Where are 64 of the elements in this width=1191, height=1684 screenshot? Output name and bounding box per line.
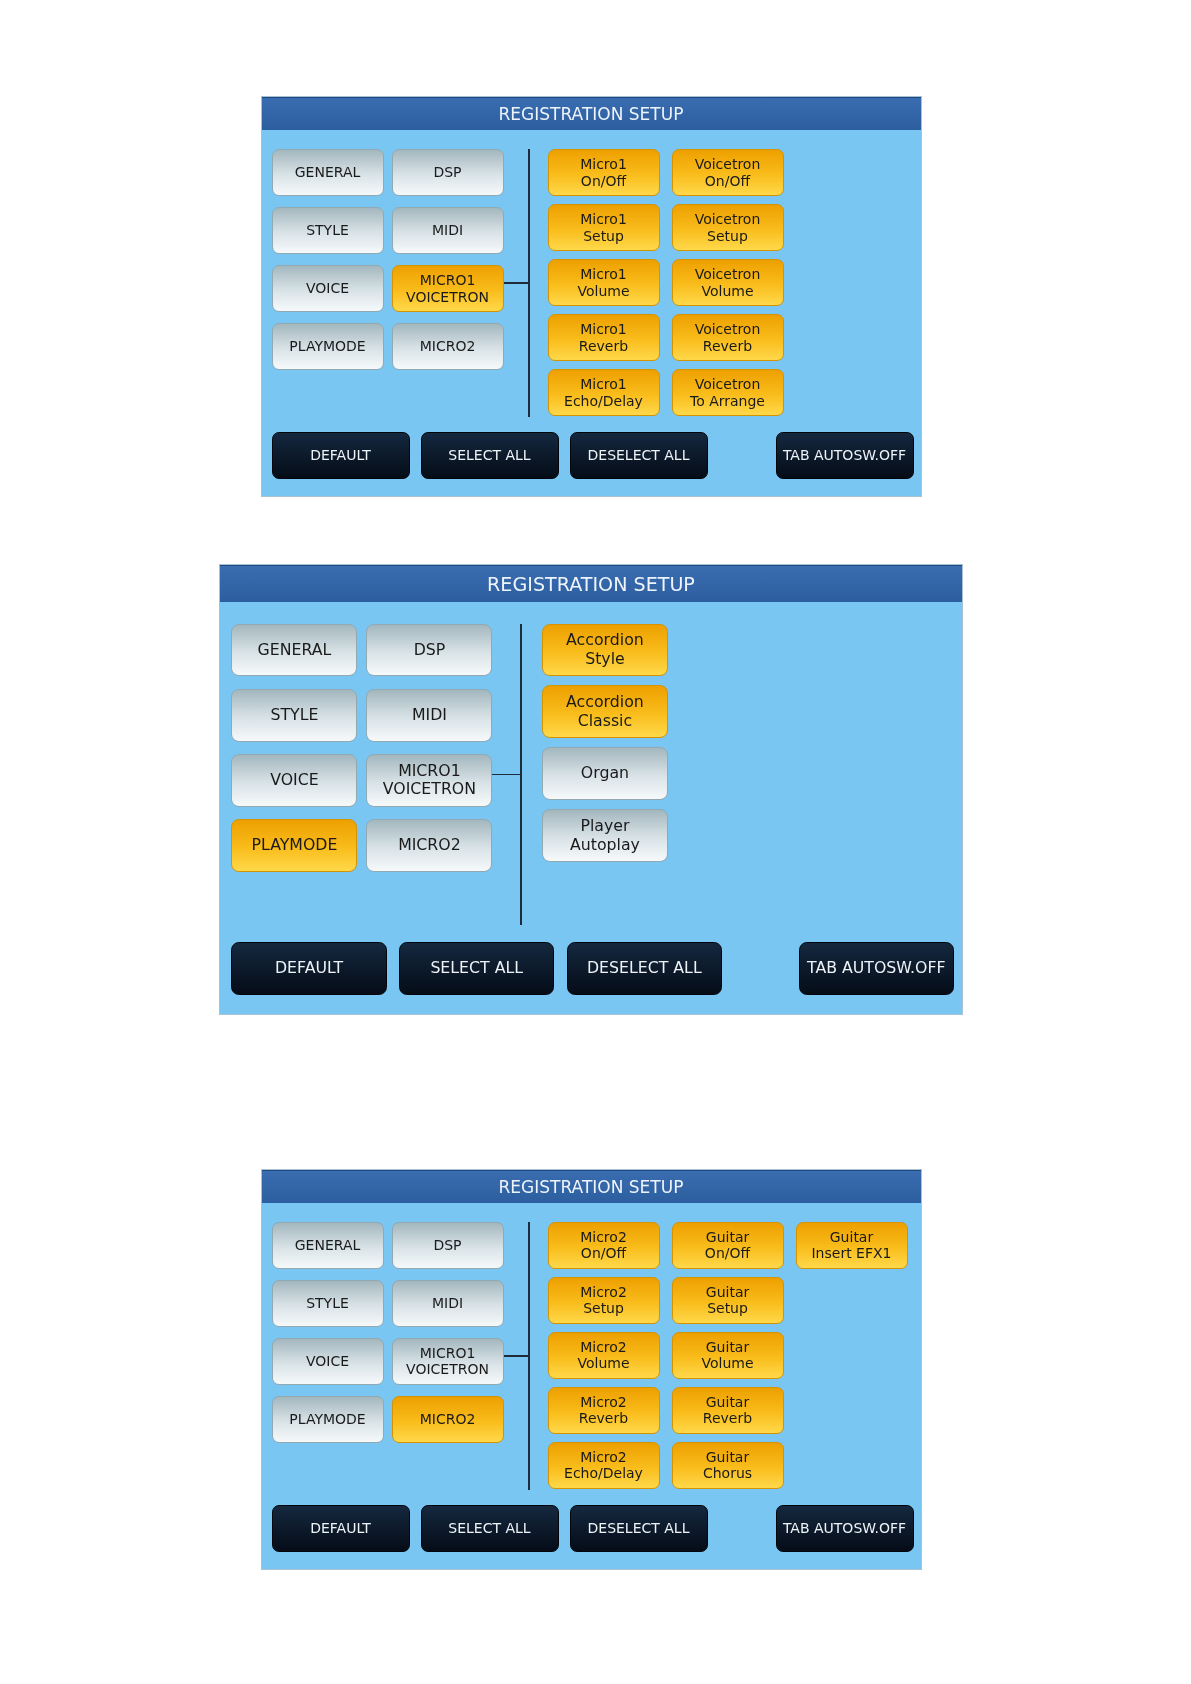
autoswitch-button[interactable]: TAB AUTOSW.OFF — [775, 432, 914, 479]
category-tab[interactable]: VOICE — [271, 1337, 384, 1385]
action-button[interactable]: DESELECT ALL — [569, 1504, 708, 1552]
category-tab[interactable]: VOICE — [271, 265, 384, 312]
option-toggle[interactable]: Micro1 Volume — [547, 259, 660, 306]
action-button[interactable]: DEFAULT — [271, 432, 410, 479]
autoswitch-button[interactable]: TAB AUTOSW.OFF — [798, 941, 954, 995]
title-bar: REGISTRATION SETUP — [261, 1169, 921, 1203]
title-bar: REGISTRATION SETUP — [220, 565, 962, 603]
option-toggle[interactable]: Voicetron Volume — [671, 259, 784, 306]
action-button[interactable]: DEFAULT — [231, 941, 387, 995]
option-toggle[interactable]: Micro2 Volume — [547, 1331, 660, 1379]
option-toggle[interactable]: Guitar Chorus — [671, 1441, 784, 1489]
option-toggle[interactable]: Accordion Classic — [541, 685, 668, 739]
action-button[interactable]: SELECT ALL — [420, 1504, 559, 1552]
category-tab[interactable]: STYLE — [231, 688, 358, 742]
category-tab[interactable]: GENERAL — [271, 149, 384, 196]
category-tab[interactable]: MIDI — [366, 688, 493, 742]
option-toggle[interactable]: Micro1 Reverb — [547, 314, 660, 361]
option-toggle[interactable]: Guitar Reverb — [671, 1386, 784, 1434]
category-tab[interactable]: DSP — [366, 623, 493, 677]
category-tab[interactable]: GENERAL — [231, 623, 358, 677]
category-tab[interactable]: MICRO2 — [391, 1395, 504, 1443]
action-button[interactable]: DESELECT ALL — [569, 432, 708, 479]
option-toggle[interactable]: Micro1 On/Off — [547, 149, 660, 196]
category-tab[interactable]: PLAYMODE — [271, 1395, 384, 1443]
option-toggle[interactable]: Voicetron Setup — [671, 204, 784, 251]
category-tab[interactable]: STYLE — [271, 1279, 384, 1327]
category-tab[interactable]: MICRO1 VOICETRON — [366, 754, 493, 807]
option-toggle[interactable]: Guitar Setup — [671, 1276, 784, 1324]
action-button[interactable]: DEFAULT — [271, 1504, 410, 1552]
option-toggle[interactable]: Micro2 Echo/Delay — [547, 1441, 660, 1489]
option-toggle[interactable]: Accordion Style — [541, 623, 668, 677]
option-toggle[interactable]: Player Autoplay — [541, 809, 668, 862]
option-toggle[interactable]: Voicetron Reverb — [671, 314, 784, 361]
option-toggle[interactable]: Guitar Volume — [671, 1331, 784, 1379]
category-tab[interactable]: MICRO1 VOICETRON — [391, 265, 504, 312]
category-tab[interactable]: MICRO2 — [366, 819, 493, 873]
option-toggle[interactable]: Voicetron On/Off — [671, 149, 784, 196]
option-toggle[interactable]: Micro2 Reverb — [547, 1386, 660, 1434]
category-tab[interactable]: STYLE — [271, 207, 384, 254]
option-toggle[interactable]: Organ — [541, 747, 668, 801]
category-tab[interactable]: PLAYMODE — [271, 323, 384, 370]
action-button[interactable]: SELECT ALL — [420, 432, 559, 479]
option-toggle[interactable]: Micro2 On/Off — [547, 1221, 660, 1269]
category-tab[interactable]: MICRO1 VOICETRON — [391, 1337, 504, 1385]
category-tab[interactable]: MIDI — [391, 1279, 504, 1327]
category-tab[interactable]: MICRO2 — [391, 323, 504, 370]
category-tab[interactable]: GENERAL — [271, 1221, 384, 1269]
category-tab[interactable]: MIDI — [391, 207, 504, 254]
option-toggle[interactable]: Voicetron To Arrange — [671, 369, 784, 416]
option-toggle[interactable]: Micro1 Setup — [547, 204, 660, 251]
option-toggle[interactable]: Micro1 Echo/Delay — [547, 369, 660, 416]
action-button[interactable]: DESELECT ALL — [566, 941, 722, 995]
option-toggle[interactable]: Micro2 Setup — [547, 1276, 660, 1324]
option-toggle[interactable]: Guitar Insert EFX1 — [795, 1221, 908, 1269]
category-tab[interactable]: VOICE — [231, 754, 358, 807]
option-toggle[interactable]: Guitar On/Off — [671, 1221, 784, 1269]
category-tab[interactable]: DSP — [391, 1221, 504, 1269]
title-bar: REGISTRATION SETUP — [261, 97, 921, 130]
autoswitch-button[interactable]: TAB AUTOSW.OFF — [775, 1504, 914, 1552]
action-button[interactable]: SELECT ALL — [399, 941, 555, 995]
category-tab[interactable]: DSP — [391, 149, 504, 196]
category-tab[interactable]: PLAYMODE — [231, 819, 358, 873]
